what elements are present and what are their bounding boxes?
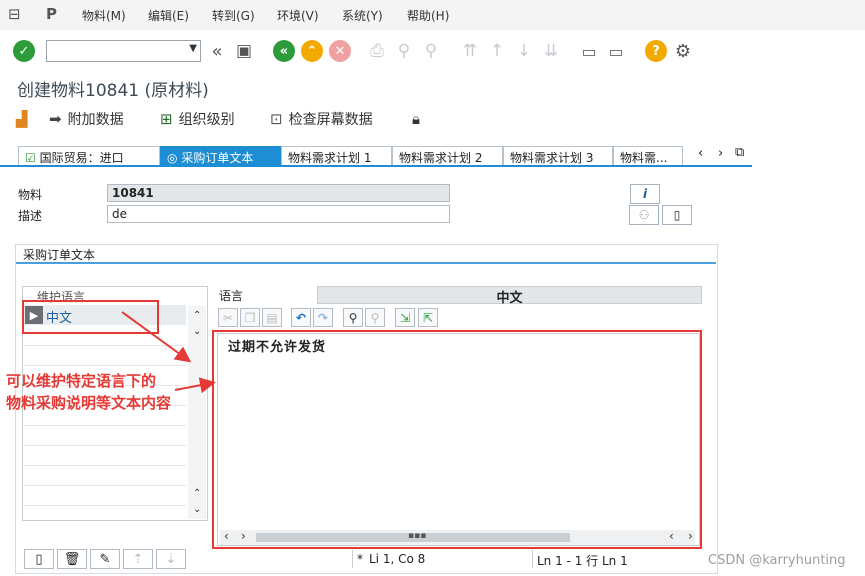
new-document-icon[interactable]: ▯ (24, 549, 54, 569)
annotation-line-2: 物料采购说明等文本内容 (6, 394, 172, 412)
status-divider (352, 550, 353, 568)
status-lines: Ln 1 - 1 行 Ln 1 (537, 554, 628, 568)
annotation-line-1: 可以维护特定语言下的 (6, 372, 157, 390)
annotation-arrows (121, 311, 216, 394)
status-divider (532, 550, 533, 568)
page-down-icon[interactable]: ⇣ (156, 549, 186, 569)
status-position: Li 1, Co 8 (369, 552, 426, 566)
delete-icon[interactable]: 🗑︎ (57, 549, 87, 569)
annotation-arrow-language (121, 311, 192, 363)
status-star: * (357, 552, 363, 566)
page-up-icon[interactable]: ⇡ (123, 549, 153, 569)
watermark: CSDN @karryhunting (708, 553, 846, 568)
edit-icon[interactable]: ✎ (90, 549, 120, 569)
annotation-arrow-editor (174, 377, 216, 394)
annotation-text: 可以维护特定语言下的 物料采购说明等文本内容 (6, 370, 171, 414)
